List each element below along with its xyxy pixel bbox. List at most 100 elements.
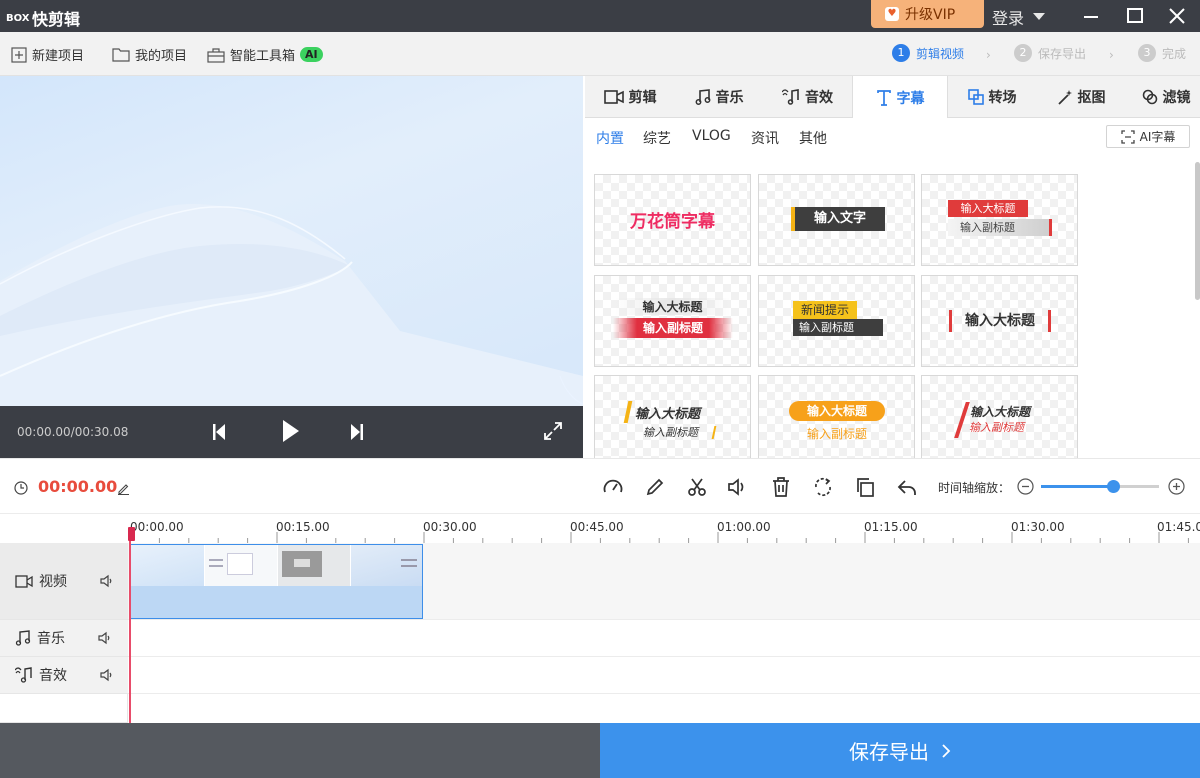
template-card[interactable]: 新闻提示 输入副标题 [758, 275, 915, 367]
playhead-line[interactable] [129, 527, 131, 723]
clip-thumbnail [278, 545, 351, 586]
subtitle-template-grid: 万花筒字幕 输入文字 输入大标题 输入副标题 输入大标题 输入副标题 新闻提示 … [585, 156, 1200, 458]
step-label: 完成 [1162, 46, 1187, 61]
save-export-button[interactable]: 保存导出 [600, 723, 1200, 778]
tab-filter[interactable]: 滤镜 [1126, 76, 1200, 118]
main-toolbar: 新建项目 我的项目 智能工具箱 AI 1 剪辑视频 › 2 保存导出 › 3 完… [0, 32, 1200, 76]
template-title: 新闻提示 [793, 301, 857, 319]
track-label: 音效 [39, 668, 67, 684]
subtab-variety[interactable]: 综艺 [643, 128, 671, 148]
subtab-builtin[interactable]: 内置 [596, 128, 624, 148]
plus-box-icon [11, 46, 27, 63]
feature-tabs: 剪辑 音乐 音效 字幕 转场 抠图 滤镜 [585, 76, 1200, 119]
track-body-music[interactable] [128, 620, 1200, 657]
chevron-right-icon [942, 743, 951, 758]
subtab-vlog[interactable]: VLOG [692, 128, 731, 144]
track-body-sound-effect[interactable] [128, 657, 1200, 694]
zoom-in-icon[interactable] [1168, 478, 1185, 495]
dropdown-arrow-icon [1033, 13, 1046, 20]
speed-gauge-icon[interactable] [602, 476, 624, 498]
skip-back-icon[interactable] [211, 423, 227, 441]
trash-icon[interactable] [770, 476, 792, 498]
app-logo-icon: BOX [6, 13, 30, 24]
fullscreen-icon[interactable] [543, 421, 563, 441]
video-preview[interactable] [0, 76, 583, 406]
scan-frame-icon [1120, 129, 1135, 144]
minimize-icon[interactable] [1079, 4, 1103, 28]
tab-label: 剪辑 [628, 90, 657, 106]
edit-time-icon[interactable] [117, 482, 130, 495]
template-card[interactable]: 输入文字 [758, 174, 915, 266]
tab-cutout[interactable]: 抠图 [1036, 76, 1126, 118]
upgrade-vip-label: 升级VIP [905, 7, 956, 23]
template-title: 输入大标题 [615, 298, 730, 315]
preview-frame-image [0, 204, 583, 406]
volume-icon[interactable] [726, 476, 748, 498]
ruler-tick-label: 01:30.00 [1011, 520, 1065, 534]
tab-transition[interactable]: 转场 [948, 76, 1036, 118]
pencil-icon[interactable] [644, 476, 666, 498]
tab-subtitle[interactable]: 字幕 [852, 76, 948, 119]
ruler-tick-label: 00:30.00 [423, 520, 477, 534]
ruler-tick-label: 01:00.00 [717, 520, 771, 534]
close-icon[interactable] [1165, 4, 1189, 28]
music-note-icon [15, 630, 31, 646]
tab-label: 抠图 [1077, 90, 1106, 106]
tab-music[interactable]: 音乐 [675, 76, 763, 118]
crop-rotate-icon[interactable] [812, 476, 834, 498]
login-button[interactable]: 登录 [992, 5, 1046, 29]
tab-sound-effect[interactable]: 音效 [763, 76, 852, 118]
clip-thumbnails [131, 545, 422, 586]
tab-edit[interactable]: 剪辑 [585, 76, 675, 118]
accent-bar [623, 401, 633, 423]
template-card[interactable]: 输入大标题 输入副标题 [758, 375, 915, 458]
template-card[interactable]: 输入大标题 输入副标题 [921, 174, 1078, 266]
upgrade-vip-button[interactable]: ♥ 升级VIP [871, 0, 984, 28]
tab-label: 音效 [805, 90, 833, 106]
template-card[interactable]: 输入大标题 输入副标题 [594, 275, 751, 367]
footer-bar: 保存导出 [0, 723, 1200, 778]
undo-icon[interactable] [896, 476, 918, 498]
smart-toolbox-button[interactable]: 智能工具箱 AI [207, 45, 323, 64]
zoom-out-icon[interactable] [1017, 478, 1034, 495]
playhead-handle[interactable] [128, 527, 135, 541]
crown-icon: ♥ [885, 7, 899, 21]
tab-label: 音乐 [715, 90, 744, 106]
scissors-icon[interactable] [686, 476, 708, 498]
clip-thumbnail [351, 545, 422, 586]
zoom-slider-handle[interactable] [1106, 480, 1120, 493]
video-clip[interactable] [130, 544, 423, 619]
text-t-icon [876, 89, 891, 106]
zoom-slider-track[interactable] [1041, 480, 1159, 493]
template-card[interactable]: 输入大标题 输入副标题 [921, 375, 1078, 458]
template-card[interactable]: 万花筒字幕 [594, 174, 751, 266]
play-icon[interactable] [281, 419, 301, 443]
speaker-icon[interactable] [99, 668, 113, 682]
template-scrollbar[interactable] [1195, 162, 1200, 300]
sound-effect-icon [15, 667, 32, 683]
new-project-button[interactable]: 新建项目 [11, 45, 84, 64]
clip-thumbnail [131, 545, 205, 586]
speaker-icon[interactable] [99, 574, 113, 588]
sound-effect-icon [782, 89, 799, 105]
clock-icon [14, 481, 28, 495]
track-label: 视频 [39, 574, 67, 590]
video-camera-icon [15, 574, 33, 588]
speaker-icon[interactable] [97, 631, 111, 645]
timeline-ruler[interactable]: 00:00.00 00:15.00 00:30.00 00:45.00 01:0… [0, 513, 1200, 544]
copy-icon[interactable] [854, 476, 876, 498]
track-header-video: 视频 [0, 543, 128, 620]
subtab-news[interactable]: 资讯 [751, 128, 779, 148]
template-card[interactable]: 输入大标题 [921, 275, 1078, 367]
skip-forward-icon[interactable] [349, 423, 365, 441]
maximize-icon[interactable] [1123, 4, 1147, 28]
accent-bar [711, 426, 717, 439]
template-text: 输入文字 [791, 207, 885, 231]
template-card[interactable]: 输入大标题 输入副标题 [594, 375, 751, 458]
my-projects-button[interactable]: 我的项目 [112, 45, 187, 64]
subtab-other[interactable]: 其他 [799, 128, 827, 148]
ai-badge: AI [300, 47, 323, 62]
track-header-empty [0, 694, 128, 723]
ai-subtitle-button[interactable]: AI字幕 [1106, 125, 1190, 148]
template-text: 输入大标题 [949, 310, 1051, 332]
